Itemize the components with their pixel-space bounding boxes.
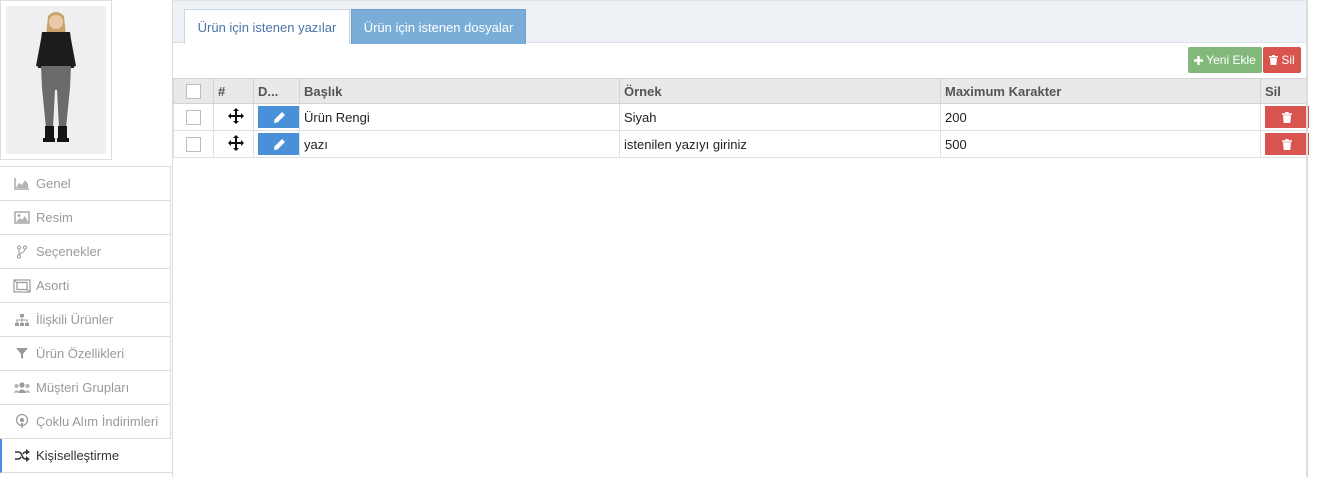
edit-cell <box>253 103 300 131</box>
add-new-button[interactable]: Yeni Ekle <box>1188 47 1262 73</box>
model-figure-icon <box>6 6 106 154</box>
edit-button[interactable] <box>258 106 300 128</box>
column-header-example[interactable]: Örnek <box>619 78 941 104</box>
menu-item-resim[interactable]: Resim <box>0 201 171 235</box>
menu-item-label: Çoklu Alım İndirimleri <box>36 414 159 429</box>
select-all-checkbox[interactable] <box>186 84 201 100</box>
row-title: Ürün Rengi <box>299 103 620 131</box>
column-header-delete: Sil <box>1260 78 1307 104</box>
column-header-max-chars[interactable]: Maximum Karakter <box>940 78 1261 104</box>
trash-icon <box>1269 55 1279 65</box>
menu-item-label: Kişiselleştirme <box>36 448 120 463</box>
delete-selected-label: Sil <box>1281 53 1295 67</box>
row-select-cell <box>173 103 214 131</box>
table-row: Ürün Rengi Siyah 200 <box>173 103 1309 131</box>
image-icon <box>13 211 31 225</box>
delete-cell <box>1260 103 1309 131</box>
column-header-edit: D... <box>253 78 300 104</box>
delete-cell <box>1260 130 1309 158</box>
menu-item-coklu-alim-indirimleri[interactable]: Çoklu Alım İndirimleri <box>0 405 171 439</box>
product-photo[interactable] <box>0 0 112 160</box>
tab-bar: Ürün için istenen yazılar Ürün için iste… <box>173 0 1306 44</box>
branch-icon <box>13 244 31 259</box>
pencil-icon <box>273 111 285 123</box>
row-checkbox[interactable] <box>186 137 201 153</box>
shuffle-icon <box>13 449 31 463</box>
row-title: yazı <box>299 130 620 158</box>
area-chart-icon <box>13 177 31 191</box>
row-example: Siyah <box>619 103 941 131</box>
panel-right-border <box>1306 0 1308 477</box>
personalization-table: # D... Başlık Örnek Maximum Karakter Sil <box>173 78 1309 158</box>
menu-item-label: İlişkili Ürünler <box>36 312 114 327</box>
trash-icon <box>1282 138 1292 150</box>
plus-icon <box>1194 55 1204 65</box>
row-max-chars: 500 <box>940 130 1261 158</box>
menu-item-label: Seçenekler <box>36 244 102 259</box>
sitemap-icon <box>13 313 31 327</box>
menu-item-secenekler[interactable]: Seçenekler <box>0 235 171 269</box>
product-image <box>6 6 106 154</box>
menu-item-asorti[interactable]: Asorti <box>0 269 171 303</box>
sidebar: Genel Resim Seçenekler Asorti İlişkili Ü… <box>0 0 172 477</box>
menu-item-label: Müşteri Grupları <box>36 380 130 395</box>
tab-istenen-dosyalar[interactable]: Ürün için istenen dosyalar <box>351 9 526 44</box>
select-all-cell <box>173 78 214 104</box>
edit-button[interactable] <box>258 133 300 155</box>
filter-icon <box>13 347 31 361</box>
add-new-label: Yeni Ekle <box>1206 53 1256 67</box>
users-icon <box>13 381 31 395</box>
tab-istenen-yazilar[interactable]: Ürün için istenen yazılar <box>184 9 350 44</box>
delete-selected-button[interactable]: Sil <box>1263 47 1301 73</box>
drag-handle[interactable] <box>213 103 254 131</box>
drag-handle[interactable] <box>213 130 254 158</box>
row-select-cell <box>173 130 214 158</box>
menu-item-kisisellestirme[interactable]: Kişiselleştirme <box>0 439 172 473</box>
main-panel: Ürün için istenen yazılar Ürün için iste… <box>172 0 1309 477</box>
menu-item-musteri-gruplari[interactable]: Müşteri Grupları <box>0 371 171 405</box>
podcast-icon <box>13 414 31 429</box>
row-delete-button[interactable] <box>1265 133 1309 155</box>
menu-item-label: Resim <box>36 210 73 225</box>
column-header-hash: # <box>213 78 254 104</box>
row-checkbox[interactable] <box>186 110 201 126</box>
crop-icon <box>13 278 31 293</box>
menu-item-genel[interactable]: Genel <box>0 167 171 201</box>
menu-item-urun-ozellikleri[interactable]: Ürün Özellikleri <box>0 337 171 371</box>
menu-item-label: Asorti <box>36 278 70 293</box>
column-header-title[interactable]: Başlık <box>299 78 620 104</box>
table-row: yazı istenilen yazıyı giriniz 500 <box>173 130 1309 158</box>
move-icon <box>227 134 244 151</box>
menu-item-label: Ürün Özellikleri <box>36 346 125 361</box>
row-delete-button[interactable] <box>1265 106 1309 128</box>
menu-item-iliskili-urunler[interactable]: İlişkili Ürünler <box>0 303 171 337</box>
table-header-row: # D... Başlık Örnek Maximum Karakter Sil <box>173 78 1307 104</box>
edit-cell <box>253 130 300 158</box>
row-max-chars: 200 <box>940 103 1261 131</box>
row-example: istenilen yazıyı giriniz <box>619 130 941 158</box>
product-menu: Genel Resim Seçenekler Asorti İlişkili Ü… <box>0 166 172 473</box>
pencil-icon <box>273 138 285 150</box>
menu-item-label: Genel <box>36 176 71 191</box>
move-icon <box>227 107 244 124</box>
trash-icon <box>1282 111 1292 123</box>
